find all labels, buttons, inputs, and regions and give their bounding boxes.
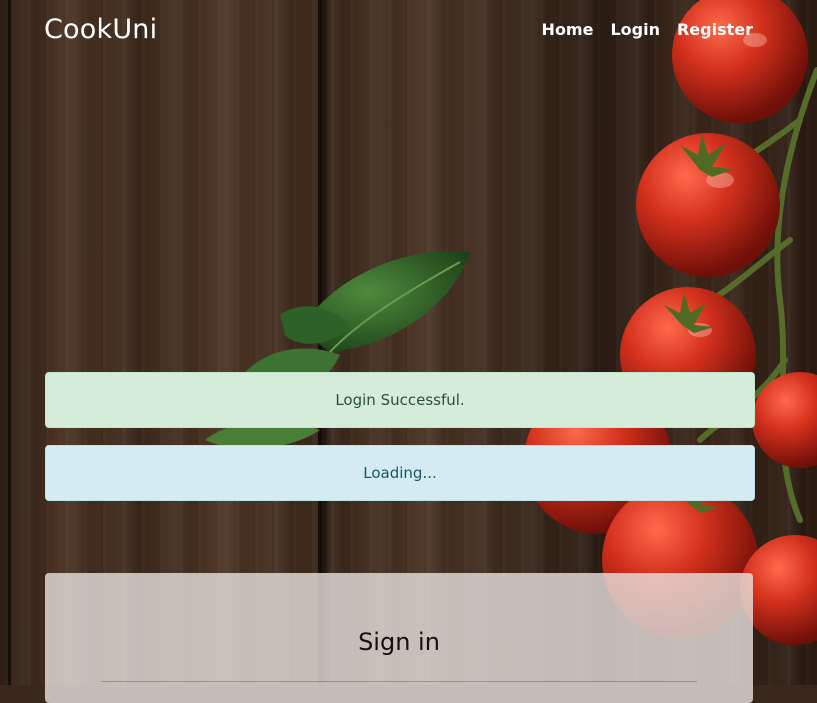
signin-divider [101,681,697,682]
nav-register-link[interactable]: Register [677,20,753,39]
brand-logo[interactable]: CookUni [44,14,157,45]
nav-login-link[interactable]: Login [610,20,660,39]
signin-panel: Sign in [45,573,753,703]
top-navigation: Home Login Register [525,20,753,39]
success-alert: Login Successful. [45,372,755,428]
signin-title: Sign in [358,628,440,656]
cherry-tomatoes [524,0,817,645]
nav-home-link[interactable]: Home [542,20,594,39]
loading-alert: Loading... [45,445,755,501]
